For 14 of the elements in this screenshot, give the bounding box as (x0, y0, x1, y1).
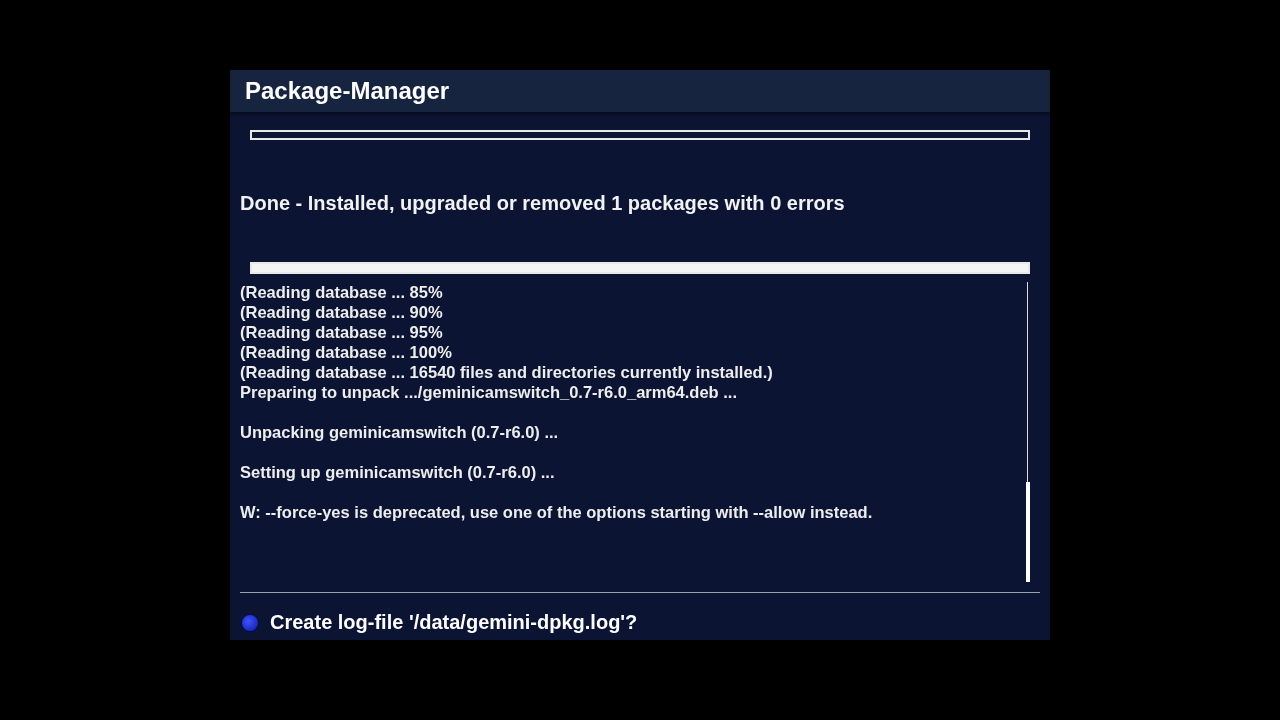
log-line: Unpacking geminicamswitch (0.7-r6.0) ... (240, 422, 560, 442)
log-line: (Reading database ... 16540 files and directories currently installed.) (240, 362, 774, 382)
log-line: (Reading database ... 100% (240, 342, 453, 362)
log-line: Preparing to unpack .../geminicamswitch_0.7-r6.0_arm64.deb ... (240, 382, 738, 402)
log-line: (Reading database ... 95% (240, 322, 444, 342)
status-message: Done - Installed, upgraded or removed 1 packages with 0 errors (240, 192, 846, 216)
scrollbar[interactable] (1026, 282, 1030, 582)
log-line: (Reading database ... 85% (240, 282, 444, 302)
prompt-text[interactable]: Create log-file '/data/gemini-dpkg.log'? (270, 611, 638, 634)
radio-dot[interactable] (242, 614, 258, 631)
log-line: W: --force-yes is deprecated, use one of the options starting with --allow instead. (240, 502, 874, 522)
log-line: Setting up geminicamswitch (0.7-r6.0) ... (240, 462, 556, 482)
window-title: Package-Manager (230, 70, 1050, 112)
log-line: (Reading database ... 90% (240, 302, 444, 322)
